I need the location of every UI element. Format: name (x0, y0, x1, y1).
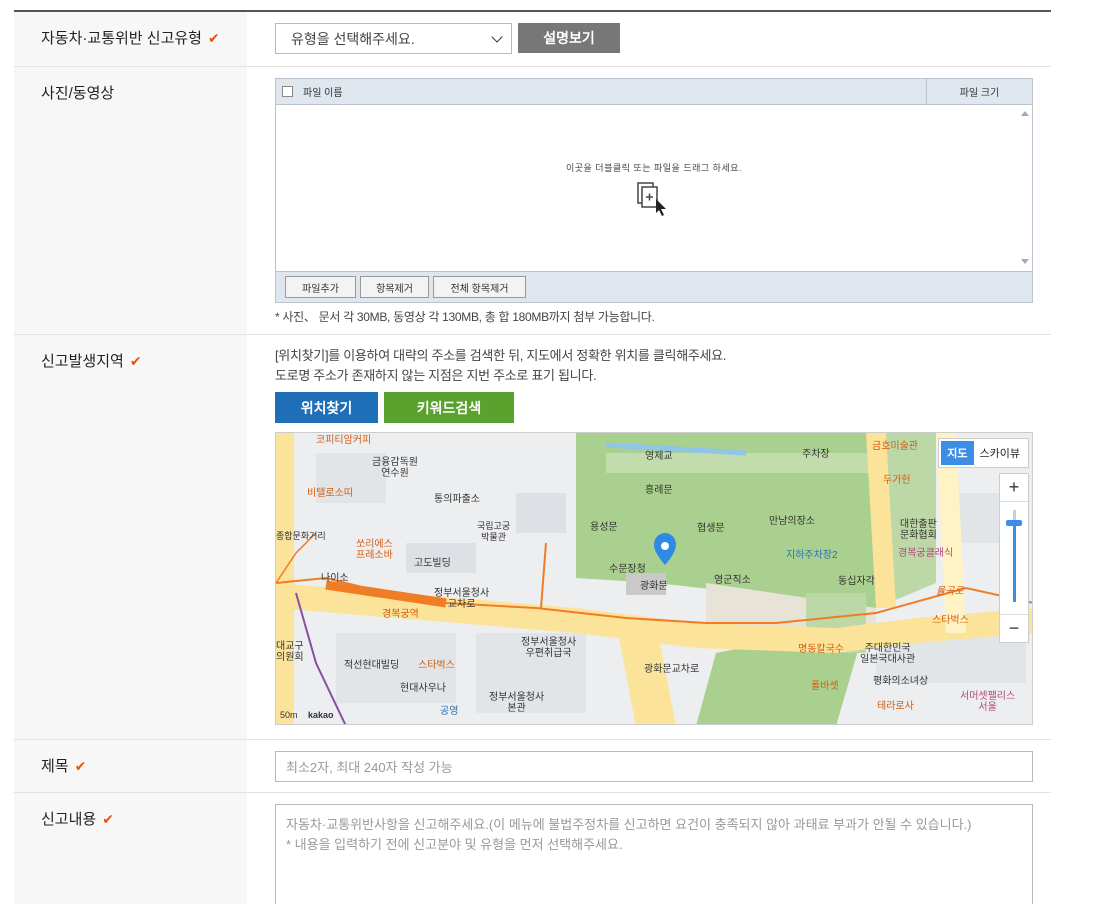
map-label: 협생문 (697, 523, 725, 534)
map-zoom-control: + − (999, 473, 1029, 643)
title-input[interactable]: 최소2자, 최대 240자 작성 가능 (275, 751, 1033, 782)
map-label: 광화문 (640, 581, 668, 592)
map-label: 스타벅스 (932, 615, 969, 626)
map-label: 통의파출소 (434, 494, 480, 505)
map-label: 스타벅스 (418, 660, 455, 671)
file-list-scrollbar[interactable] (1018, 105, 1032, 270)
map-label: 공영 (440, 706, 459, 717)
location-map[interactable]: 영제교 주차장 금호미술관 흥례문 금융감독원 연수원 통의파출소 비텔로소띠 … (275, 432, 1033, 725)
content-row: 신고내용 ✔ 자동차·교통위반사항을 신고해주세요.(이 메뉴에 불법주정차를 신… (14, 793, 1051, 904)
upload-label: 사진/동영상 (14, 67, 247, 334)
location-guide-1: [위치찾기]를 이용하여 대략의 주소를 검색한 뒤, 지도에서 정확한 위치를… (275, 348, 727, 363)
map-label: 적선현대빌딩 (344, 660, 400, 671)
file-uploader[interactable]: 파일 이름 파일 크기 이곳을 더블클릭 또는 파일을 드래그 하세요. 파일추… (275, 78, 1033, 303)
location-label: 신고발생지역 ✔ (14, 335, 247, 739)
type-select[interactable]: 유형을 선택해주세요. (275, 23, 512, 54)
scroll-down-icon (1021, 259, 1029, 264)
add-file-icon (636, 181, 670, 220)
title-label: 제목 ✔ (14, 740, 247, 792)
add-file-button[interactable]: 파일추가 (285, 276, 356, 298)
map-label: 쏘리에스 프레소바 (356, 539, 393, 561)
zoom-slider-handle[interactable] (1006, 520, 1022, 526)
file-size-column: 파일 크기 (926, 79, 1032, 104)
map-label: 금융감독원 연수원 (372, 457, 418, 479)
file-drop-zone[interactable]: 이곳을 더블클릭 또는 파일을 드래그 하세요. (276, 105, 1032, 270)
map-label: 두가헌 (883, 475, 911, 486)
map-label: 흥례문 (645, 485, 673, 496)
map-label: 나이소 (321, 573, 349, 584)
map-brand-logo: kakao (308, 710, 334, 720)
map-label: 정부서울청사 본관 (489, 692, 545, 714)
map-label: 주차장 (802, 449, 830, 460)
map-label: 수문장청 (609, 564, 646, 575)
map-label: 고도빌딩 (414, 558, 451, 569)
view-description-button[interactable]: 설명보기 (518, 23, 620, 53)
chevron-down-icon (491, 30, 503, 43)
zoom-in-button[interactable]: + (1000, 474, 1028, 502)
map-label: 율곡로 (936, 586, 964, 597)
map-label: 코피티암커피 (316, 435, 372, 446)
map-label: 종합문화거리 (276, 531, 326, 541)
type-row: 자동차·교통위반 신고유형 ✔ 유형을 선택해주세요. 설명보기 (14, 12, 1051, 67)
required-check-icon: ✔ (74, 758, 87, 774)
map-label: 현대사우나 (400, 683, 446, 694)
map-label: 대한출판 문화협회 (900, 519, 937, 541)
zoom-out-button[interactable]: − (1000, 614, 1028, 642)
required-check-icon: ✔ (207, 30, 220, 46)
required-check-icon: ✔ (129, 353, 142, 369)
map-label: 경복궁클래식 (898, 548, 954, 559)
map-label: 경복궁역 (382, 609, 419, 620)
map-label: 동십자각 (838, 576, 875, 587)
map-type-skyview-button[interactable]: 스카이뷰 (974, 441, 1026, 465)
location-row: 신고발생지역 ✔ [위치찾기]를 이용하여 대략의 주소를 검색한 뒤, 지도에서… (14, 335, 1051, 740)
upload-row: 사진/동영상 파일 이름 파일 크기 이곳을 더블클릭 또는 파일을 드래그 하… (14, 67, 1051, 335)
map-label: 비텔로소띠 (307, 488, 353, 499)
find-location-button[interactable]: 위치찾기 (275, 392, 378, 423)
drop-hint: 이곳을 더블클릭 또는 파일을 드래그 하세요. (565, 163, 743, 173)
map-label: 만남의장소 (769, 516, 815, 527)
map-label: 주대한민국 일본국대사관 (860, 643, 916, 665)
keyword-search-button[interactable]: 키워드검색 (384, 392, 514, 423)
map-label: 명동칼국수 (798, 644, 844, 655)
report-form: 자동차·교통위반 신고유형 ✔ 유형을 선택해주세요. 설명보기 사진/동영상 파… (14, 10, 1051, 904)
content-textarea[interactable]: 자동차·교통위반사항을 신고해주세요.(이 메뉴에 불법주정차를 신고하면 요건… (275, 804, 1033, 904)
map-type-map-button[interactable]: 지도 (941, 441, 974, 465)
map-type-switch: 지도 스카이뷰 (938, 438, 1029, 468)
location-guide-2: 도로명 주소가 존재하지 않는 지점은 지번 주소로 표기 됩니다. (275, 368, 597, 383)
upload-limit-note: * 사진、 문서 각 30MB, 동영상 각 130MB, 총 합 180MB까… (275, 310, 655, 324)
map-label: 폴바셋 (811, 681, 839, 692)
map-label: 평화의소녀상 (873, 676, 929, 687)
map-label: 국립고궁 박물관 (477, 521, 511, 542)
file-name-column: 파일 이름 (303, 88, 343, 99)
map-label: 영군직소 (714, 575, 751, 586)
content-label: 신고내용 ✔ (14, 793, 247, 904)
remove-all-button[interactable]: 전체 항목제거 (433, 276, 526, 298)
map-label: 영제교 (645, 451, 673, 462)
map-label: 정부서울청사 우편취급국 (521, 637, 577, 659)
file-list-header: 파일 이름 파일 크기 (276, 79, 1032, 105)
select-all-checkbox[interactable] (282, 86, 293, 97)
type-label: 자동차·교통위반 신고유형 ✔ (14, 12, 247, 66)
remove-item-button[interactable]: 항목제거 (360, 276, 429, 298)
map-label: 금호미술관 (872, 441, 918, 452)
map-label: 용성문 (590, 522, 618, 533)
map-label: 지하주차장2 (786, 550, 838, 561)
map-label: 광화문교차로 (644, 664, 700, 675)
map-scale: 50m kakao (280, 710, 334, 720)
map-label: 서머셋팰리스 서울 (960, 691, 1016, 713)
map-label: 대교구 의원회 (276, 641, 304, 663)
map-label: 정부서울청사 교차로 (434, 588, 490, 610)
map-label: 테라로사 (877, 701, 914, 712)
required-check-icon: ✔ (102, 811, 114, 827)
title-row: 제목 ✔ 최소2자, 최대 240자 작성 가능 (14, 740, 1051, 793)
uploader-toolbar: 파일추가 항목제거 전체 항목제거 (276, 271, 1032, 302)
scroll-up-icon (1021, 111, 1029, 116)
